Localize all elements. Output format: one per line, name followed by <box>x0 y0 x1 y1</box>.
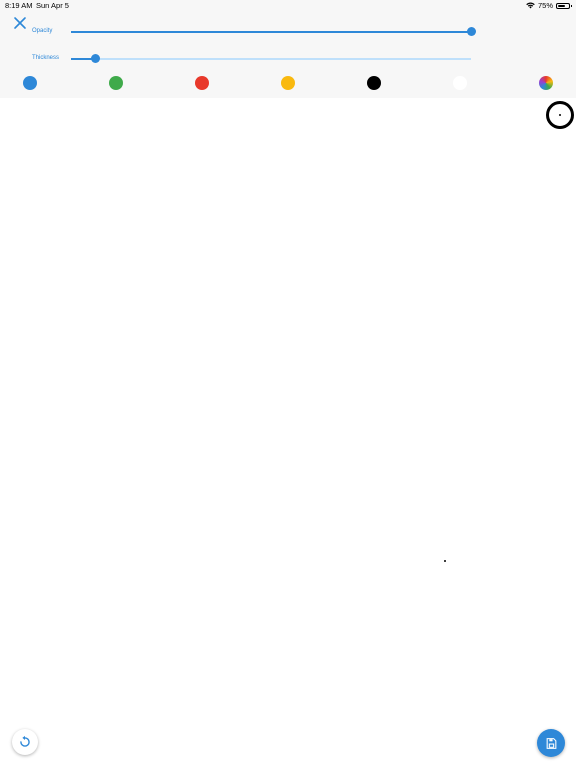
opacity-label: Opacity <box>32 28 53 34</box>
color-swatch-green[interactable] <box>109 76 123 90</box>
undo-button[interactable] <box>12 729 38 755</box>
color-swatch-white[interactable] <box>453 76 467 90</box>
opacity-slider-fill <box>71 31 471 33</box>
status-bar: 8:19 AM Sun Apr 5 75% <box>0 0 576 12</box>
save-icon <box>546 737 556 749</box>
battery-fill <box>558 4 565 7</box>
color-swatch-black[interactable] <box>367 76 381 90</box>
drawn-stroke <box>444 560 446 562</box>
close-button[interactable] <box>12 15 28 31</box>
wifi-icon <box>526 2 535 9</box>
opacity-slider-thumb[interactable] <box>466 27 476 36</box>
opacity-slider[interactable] <box>71 27 476 37</box>
battery-icon <box>556 2 572 9</box>
status-date: Sun Apr 5 <box>36 1 69 10</box>
thickness-slider[interactable] <box>71 54 471 64</box>
color-swatch-red[interactable] <box>195 76 209 90</box>
close-icon <box>14 17 26 29</box>
thickness-slider-track <box>71 58 471 60</box>
color-swatch-yellow[interactable] <box>281 76 295 90</box>
undo-icon <box>20 735 30 747</box>
drawing-toolbar: Opacity Thickness <box>0 12 576 98</box>
status-right: 75% <box>526 1 572 10</box>
save-button[interactable] <box>537 729 565 757</box>
thickness-label: Thickness <box>32 55 60 61</box>
battery-percent: 75% <box>537 1 553 10</box>
status-time: 8:19 AM <box>5 1 33 10</box>
battery-tip <box>570 4 572 7</box>
color-wheel-icon[interactable] <box>539 76 553 90</box>
thickness-slider-thumb[interactable] <box>90 54 100 63</box>
color-swatch-blue[interactable] <box>23 76 37 90</box>
brush-cursor-icon <box>546 101 574 129</box>
brush-cursor-dot <box>559 114 561 116</box>
drawing-canvas[interactable] <box>0 98 576 768</box>
